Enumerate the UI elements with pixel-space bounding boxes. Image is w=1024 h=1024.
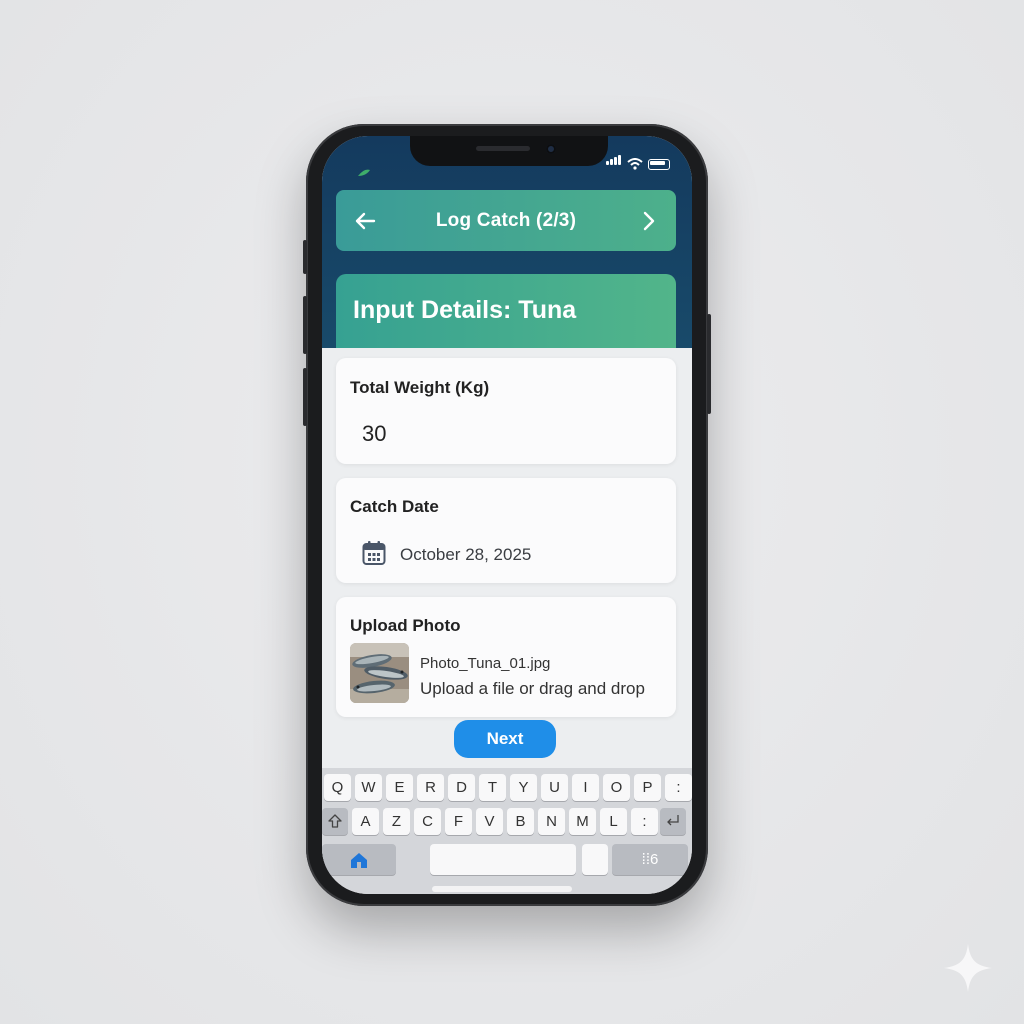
blank-key[interactable] bbox=[582, 844, 608, 875]
home-indicator bbox=[432, 886, 572, 892]
return-icon bbox=[667, 815, 679, 826]
key-2-5[interactable]: B bbox=[507, 808, 534, 835]
shift-key[interactable] bbox=[322, 808, 348, 835]
key-1-3[interactable]: R bbox=[417, 774, 444, 801]
key-1-11[interactable]: : bbox=[665, 774, 692, 801]
volume-down-button bbox=[303, 368, 307, 426]
weight-input[interactable]: 30 bbox=[362, 421, 386, 447]
arrow-left-icon[interactable] bbox=[352, 208, 378, 234]
key-1-6[interactable]: Y bbox=[510, 774, 537, 801]
return-key[interactable] bbox=[660, 808, 686, 835]
front-camera bbox=[546, 144, 556, 154]
key-1-9[interactable]: O bbox=[603, 774, 630, 801]
weight-card[interactable]: Total Weight (Kg) 30 bbox=[336, 358, 676, 464]
key-1-4[interactable]: D bbox=[448, 774, 475, 801]
volume-up-button bbox=[303, 296, 307, 354]
key-2-3[interactable]: F bbox=[445, 808, 472, 835]
photo-thumbnail[interactable] bbox=[350, 643, 409, 703]
speaker bbox=[476, 146, 530, 151]
key-2-9[interactable]: : bbox=[631, 808, 658, 835]
phone-frame: Log Catch (2/3) Input Details: Tuna Tota… bbox=[303, 124, 711, 906]
battery-icon bbox=[648, 159, 670, 170]
status-bar bbox=[606, 152, 670, 170]
stage: Log Catch (2/3) Input Details: Tuna Tota… bbox=[0, 0, 1024, 1024]
key-2-4[interactable]: V bbox=[476, 808, 503, 835]
key-2-6[interactable]: N bbox=[538, 808, 565, 835]
mute-switch bbox=[303, 240, 307, 274]
phone-screen: Log Catch (2/3) Input Details: Tuna Tota… bbox=[322, 136, 692, 894]
space-key[interactable] bbox=[430, 844, 576, 875]
key-2-0[interactable]: A bbox=[352, 808, 379, 835]
chevron-right-icon[interactable] bbox=[636, 208, 662, 234]
key-1-7[interactable]: U bbox=[541, 774, 568, 801]
date-card[interactable]: Catch Date October 28, 2025 bbox=[336, 478, 676, 583]
power-button bbox=[707, 314, 711, 414]
keyboard: QWERDTYUIOP: AZCFVBNML: ⁞⁞6 bbox=[322, 768, 692, 894]
notch bbox=[410, 136, 608, 166]
date-input[interactable]: October 28, 2025 bbox=[400, 545, 531, 565]
app-header: Log Catch (2/3) bbox=[336, 190, 676, 251]
home-icon bbox=[351, 853, 367, 868]
key-2-1[interactable]: Z bbox=[383, 808, 410, 835]
key-1-10[interactable]: P bbox=[634, 774, 661, 801]
shift-icon bbox=[328, 814, 342, 828]
photo-label: Upload Photo bbox=[350, 616, 461, 635]
sparkle-icon bbox=[944, 944, 992, 992]
key-2-2[interactable]: C bbox=[414, 808, 441, 835]
calendar-icon[interactable] bbox=[362, 540, 386, 566]
key-2-8[interactable]: L bbox=[600, 808, 627, 835]
leaf-icon bbox=[358, 169, 370, 176]
key-1-2[interactable]: E bbox=[386, 774, 413, 801]
wifi-icon bbox=[627, 158, 643, 170]
key-1-8[interactable]: I bbox=[572, 774, 599, 801]
globe-key[interactable]: ⁞⁞6 bbox=[612, 844, 688, 875]
key-1-0[interactable]: Q bbox=[324, 774, 351, 801]
photo-card[interactable]: Upload Photo Photo_Tuna_01.jpg Upload a … bbox=[336, 597, 676, 717]
signal-icon bbox=[606, 152, 622, 170]
next-button[interactable]: Next bbox=[454, 720, 556, 758]
weight-label: Total Weight (Kg) bbox=[350, 378, 490, 397]
home-key[interactable] bbox=[322, 844, 396, 875]
key-1-5[interactable]: T bbox=[479, 774, 506, 801]
file-name: Photo_Tuna_01.jpg bbox=[420, 655, 551, 672]
details-title: Input Details: Tuna bbox=[353, 296, 577, 324]
page-title: Log Catch (2/3) bbox=[435, 209, 577, 231]
key-1-1[interactable]: W bbox=[355, 774, 382, 801]
key-2-7[interactable]: M bbox=[569, 808, 596, 835]
date-label: Catch Date bbox=[350, 497, 439, 516]
details-banner: Input Details: Tuna bbox=[336, 274, 676, 348]
upload-hint[interactable]: Upload a file or drag and drop bbox=[420, 679, 645, 699]
